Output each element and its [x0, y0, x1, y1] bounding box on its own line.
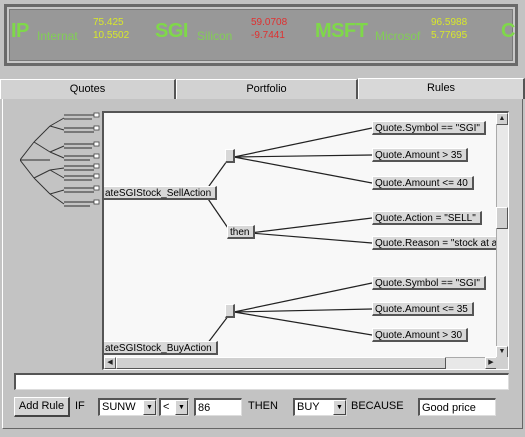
operator-select[interactable]: < ▼: [159, 398, 189, 416]
chevron-down-icon[interactable]: ▼: [333, 400, 346, 415]
rule-result-node[interactable]: Quote.Action = "SELL": [372, 211, 482, 225]
reason-input[interactable]: [418, 398, 496, 416]
chevron-down-icon[interactable]: ▼: [175, 400, 188, 415]
rule-node-buy-action[interactable]: ateSGIStock_BuyAction: [104, 341, 218, 355]
tree-overview[interactable]: [20, 112, 102, 222]
then-label: THEN: [248, 400, 278, 412]
rule-condition-node[interactable]: Quote.Amount > 30: [372, 328, 469, 342]
vertical-scroll-thumb[interactable]: [496, 207, 508, 229]
rule-builder: Add Rule IF SUNW ▼ < ▼ THEN BUY ▼ BECAUS…: [0, 397, 525, 419]
action-select[interactable]: BUY ▼: [293, 398, 347, 416]
tab-quotes[interactable]: Quotes: [0, 79, 176, 99]
ticker-symbol: IP: [11, 20, 29, 42]
horizontal-scroll-thumb[interactable]: [116, 357, 446, 369]
ticker-name: Internat: [37, 29, 78, 43]
ticker-symbol: MSFT: [315, 20, 368, 42]
amount-input[interactable]: [194, 398, 242, 416]
ticker-name: Silicon: [197, 29, 233, 43]
tab-portfolio[interactable]: Portfolio: [176, 79, 358, 99]
rule-condition-node[interactable]: Quote.Symbol == "SGI": [372, 121, 486, 135]
operator-select-value: <: [163, 401, 170, 413]
ticker-change: 10.5502: [93, 30, 130, 41]
if-label: IF: [75, 400, 85, 412]
stock-ticker: IP Internat 75.425 10.5502 SGI Silicon 5…: [4, 4, 518, 66]
ticker-price: 96.5988: [431, 17, 468, 28]
tab-rules[interactable]: Rules: [358, 78, 525, 99]
rule-result-node[interactable]: Quote.Reason = "stock at a: [372, 236, 497, 250]
ticker-price: 75.425: [93, 17, 124, 28]
because-label: BECAUSE: [351, 400, 404, 412]
symbol-select-value: SUNW: [102, 401, 136, 413]
rule-tree-view[interactable]: ateSGIStock_SellAction Quote.Symbol == "…: [102, 111, 509, 370]
tab-bar: Quotes Portfolio Rules: [0, 78, 525, 99]
rule-node-sell-if[interactable]: [225, 149, 235, 163]
rule-node-sell-action[interactable]: ateSGIStock_SellAction: [104, 186, 218, 200]
ticker-name: Microsof: [375, 29, 421, 43]
ticker-symbol: C: [501, 20, 515, 42]
scroll-up-icon[interactable]: ▲: [496, 113, 508, 125]
chevron-down-icon[interactable]: ▼: [143, 400, 156, 415]
rule-tree-canvas: ateSGIStock_SellAction Quote.Symbol == "…: [104, 113, 497, 358]
scroll-left-icon[interactable]: ◀: [104, 357, 116, 369]
ticker-change: -9.7441: [251, 30, 285, 41]
rule-condition-node[interactable]: Quote.Amount > 35: [372, 148, 469, 162]
rule-condition-node[interactable]: Quote.Symbol == "SGI": [372, 276, 486, 290]
horizontal-scrollbar[interactable]: ◀ ▶: [104, 357, 497, 369]
rule-condition-node[interactable]: Quote.Amount <= 40: [372, 176, 474, 190]
add-rule-button[interactable]: Add Rule: [14, 397, 70, 417]
rule-condition-node[interactable]: Quote.Amount <= 35: [372, 302, 474, 316]
scroll-corner: [496, 357, 508, 369]
ticker-price: 59.0708: [251, 17, 288, 28]
status-field[interactable]: [14, 373, 509, 390]
rule-node-buy-if[interactable]: [225, 304, 235, 318]
ticker-change: 5.77695: [431, 30, 468, 41]
action-select-value: BUY: [297, 401, 320, 413]
rule-node-sell-then[interactable]: then: [227, 225, 256, 239]
ticker-symbol: SGI: [155, 20, 188, 42]
symbol-select[interactable]: SUNW ▼: [98, 398, 157, 416]
vertical-scrollbar[interactable]: ▲ ▼: [496, 113, 508, 358]
